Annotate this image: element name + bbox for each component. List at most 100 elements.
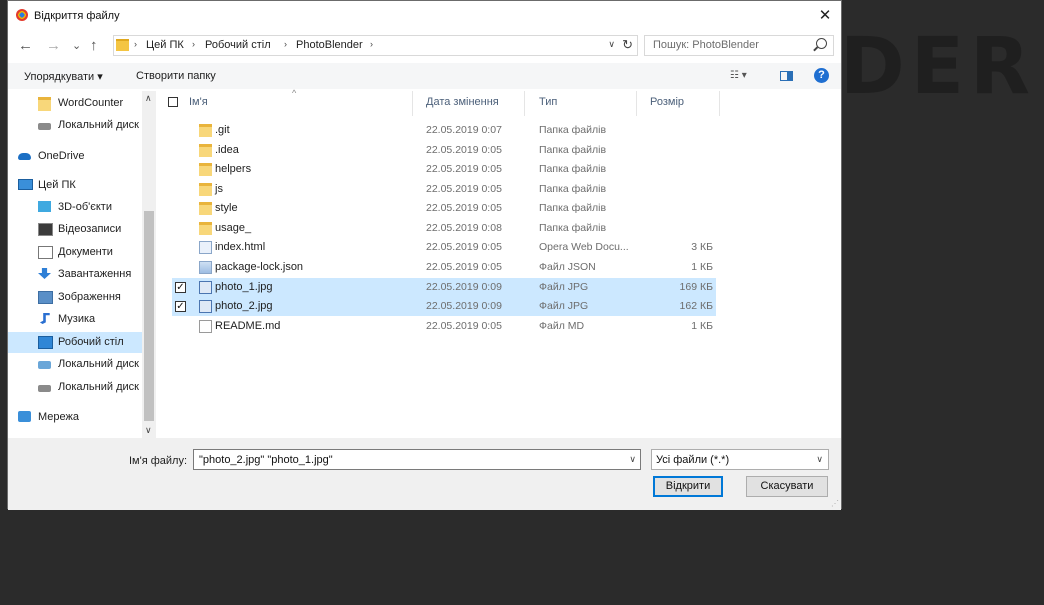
address-bar[interactable]: › Цей ПК › Робочий стіл › PhotoBlender ›… (113, 35, 638, 56)
up-button[interactable]: ↑ (90, 36, 98, 56)
file-row[interactable]: ✓ photo_2.jpg 22.05.2019 0:09 Файл JPG 162 К… (172, 297, 716, 316)
sidebar-scrollbar[interactable]: ∧ ∨ (142, 91, 156, 438)
select-all-checkbox[interactable] (168, 97, 178, 107)
file-date: 22.05.2019 0:08 (426, 222, 502, 234)
file-row[interactable]: package-lock.json 22.05.2019 0:05 Файл JSO… (172, 258, 716, 277)
breadcrumb-desktop[interactable]: Робочий стіл (205, 39, 271, 51)
sidebar-item[interactable]: Мережа (8, 407, 142, 428)
chevron-down-icon[interactable]: ∨ (629, 454, 636, 465)
folder-icon (199, 124, 212, 137)
row-checkbox[interactable]: ✓ (175, 301, 186, 312)
chevron-down-icon[interactable]: ∨ (608, 39, 615, 50)
file-row[interactable]: README.md 22.05.2019 0:05 Файл MD 1 КБ (172, 317, 716, 336)
forward-button[interactable]: → (46, 36, 61, 56)
sidebar-item[interactable]: 3D-об'єкти (8, 197, 142, 218)
file-row[interactable]: js 22.05.2019 0:05 Папка файлів (172, 180, 716, 199)
sidebar-item[interactable]: OneDrive (8, 146, 142, 167)
column-header-type[interactable]: Тип (539, 96, 557, 108)
file-type: Opera Web Docu... (539, 241, 629, 253)
file-row[interactable]: .git 22.05.2019 0:07 Папка файлів (172, 121, 716, 140)
file-date: 22.05.2019 0:05 (426, 320, 502, 332)
folder-icon (199, 183, 212, 196)
file-row[interactable]: usage_ 22.05.2019 0:08 Папка файлів (172, 219, 716, 238)
file-date: 22.05.2019 0:05 (426, 163, 502, 175)
search-icon (816, 38, 827, 49)
file-type: Файл JSON (539, 261, 596, 273)
3d-objects-icon (38, 201, 51, 212)
file-name: photo_1.jpg (215, 281, 273, 293)
file-row[interactable]: .idea 22.05.2019 0:05 Папка файлів (172, 141, 716, 160)
sidebar-item[interactable]: Документи (8, 242, 142, 263)
sidebar-item[interactable]: WordCounter (8, 93, 142, 114)
close-button[interactable]: ✕ (809, 1, 841, 31)
sidebar-item[interactable]: Музика (8, 309, 142, 330)
drive-icon (38, 123, 51, 130)
column-header-size[interactable]: Розмір (650, 96, 684, 108)
cancel-button[interactable]: Скасувати (746, 476, 828, 497)
folder-icon (199, 163, 212, 176)
sidebar-item[interactable]: Відеозаписи (8, 219, 142, 240)
column-header-name[interactable]: Ім'я (189, 96, 208, 108)
sidebar-item-label: Цей ПК (38, 179, 76, 191)
file-name: .idea (215, 144, 239, 156)
file-type-select[interactable]: Усі файли (*.*) ∨ (651, 449, 829, 470)
scrollbar-thumb[interactable] (144, 211, 154, 421)
chrome-icon (16, 9, 28, 21)
organize-button[interactable]: Упорядкувати ▾ (24, 70, 103, 83)
drive-icon (38, 385, 51, 392)
sidebar-item[interactable]: Локальний диск (8, 354, 142, 375)
sidebar-item-label: Мережа (38, 411, 79, 423)
resize-grip-icon[interactable]: ⋰ (831, 499, 839, 508)
chevron-down-icon: ∨ (816, 454, 823, 464)
folder-icon (199, 202, 212, 215)
scroll-up-icon[interactable]: ∧ (145, 93, 152, 104)
filename-label: Ім'я файлу: (129, 455, 188, 467)
file-type: Файл MD (539, 320, 585, 332)
folder-icon (199, 144, 212, 157)
preview-pane-icon[interactable] (780, 71, 793, 81)
open-button[interactable]: Відкрити (653, 476, 723, 497)
folder-icon (38, 97, 51, 111)
file-date: 22.05.2019 0:09 (426, 300, 502, 312)
column-header-date[interactable]: Дата змінення (426, 96, 499, 108)
file-name: index.html (215, 241, 266, 253)
sidebar-item[interactable]: Локальний диск (8, 377, 142, 398)
filename-input[interactable]: "photo_2.jpg" "photo_1.jpg" ∨ (193, 449, 641, 470)
view-options-icon[interactable]: ☷ ▾ (730, 70, 747, 81)
search-input[interactable]: Пошук: PhotoBlender (644, 35, 834, 56)
file-row[interactable]: ✓ photo_1.jpg 22.05.2019 0:09 Файл JPG 169 К… (172, 278, 716, 297)
row-checkbox[interactable]: ✓ (175, 282, 186, 293)
documents-icon (38, 246, 53, 259)
sidebar-item[interactable]: Локальний диск (8, 115, 142, 136)
recent-locations-button[interactable]: ⌄ (72, 36, 81, 56)
file-size: 1 КБ (691, 261, 713, 273)
onedrive-icon (18, 153, 31, 160)
pc-icon (18, 179, 33, 190)
sidebar-item-label: Локальний диск (58, 119, 139, 131)
scroll-down-icon[interactable]: ∨ (145, 425, 152, 436)
help-icon[interactable]: ? (814, 68, 829, 83)
refresh-icon[interactable]: ↻ (622, 37, 633, 53)
breadcrumb-photoblender[interactable]: PhotoBlender (296, 39, 363, 51)
sidebar-item[interactable]: Робочий стіл (8, 332, 142, 353)
music-icon (39, 313, 50, 324)
sidebar-item-label: Локальний диск (58, 358, 139, 370)
pictures-icon (38, 291, 53, 304)
sidebar-item[interactable]: Цей ПК (8, 175, 142, 196)
file-row[interactable]: style 22.05.2019 0:05 Папка файлів (172, 199, 716, 218)
file-date: 22.05.2019 0:05 (426, 183, 502, 195)
sidebar-item[interactable]: Завантаження (8, 264, 142, 285)
file-name: README.md (215, 320, 281, 332)
new-folder-button[interactable]: Створити папку (136, 70, 216, 82)
back-button[interactable]: ← (18, 36, 33, 56)
breadcrumb-this-pc[interactable]: Цей ПК (146, 39, 184, 51)
file-type: Папка файлів (539, 183, 607, 195)
file-list: ^ Ім'я Дата змінення Тип Розмір .git 22.0… (162, 88, 842, 438)
file-date: 22.05.2019 0:05 (426, 261, 502, 273)
file-row[interactable]: index.html 22.05.2019 0:05 Opera Web Docu.… (172, 238, 716, 257)
file-row[interactable]: helpers 22.05.2019 0:05 Папка файлів (172, 160, 716, 179)
md-file-icon (199, 320, 212, 333)
sidebar-item[interactable]: Зображення (8, 287, 142, 308)
file-type: Файл JPG (539, 300, 589, 312)
video-icon (38, 223, 53, 236)
